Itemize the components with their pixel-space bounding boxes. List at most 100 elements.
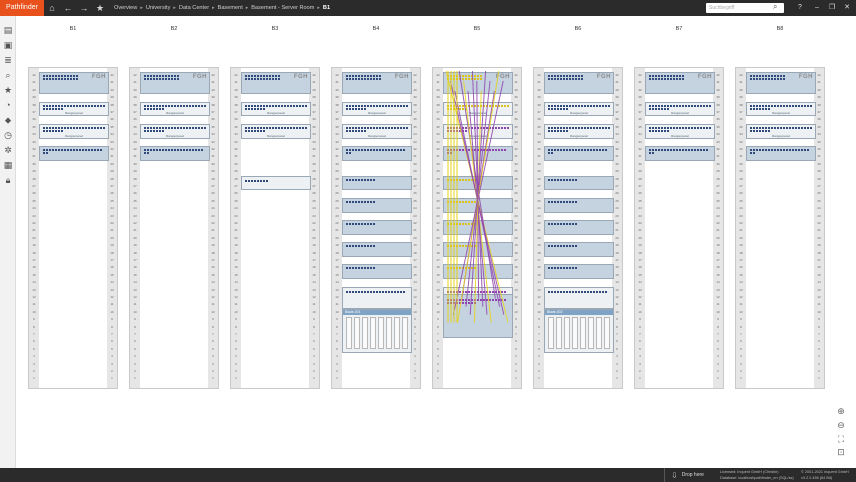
port[interactable] <box>554 290 556 293</box>
port[interactable] <box>150 107 152 110</box>
patch-panel[interactable]: Rangierpanel <box>645 101 715 117</box>
port[interactable] <box>91 149 93 151</box>
port[interactable] <box>349 75 351 77</box>
port[interactable] <box>783 149 785 151</box>
port[interactable] <box>287 126 289 129</box>
port[interactable] <box>376 78 378 80</box>
port[interactable] <box>468 126 470 129</box>
port[interactable] <box>578 149 580 151</box>
server[interactable] <box>544 197 614 213</box>
port[interactable] <box>361 126 363 129</box>
port[interactable] <box>248 107 250 110</box>
port[interactable] <box>709 104 711 107</box>
port[interactable] <box>459 129 461 132</box>
rack-canvas[interactable]: B1 42 42 41 41 40 40 39 39 38 38 37 37 36 36 35 35 34 34 33… <box>16 16 856 468</box>
port[interactable] <box>49 78 51 80</box>
port[interactable] <box>575 290 577 293</box>
port[interactable] <box>159 75 161 77</box>
port[interactable] <box>474 299 476 301</box>
port[interactable] <box>456 178 458 181</box>
port[interactable] <box>560 149 562 151</box>
port[interactable] <box>159 78 161 80</box>
port[interactable] <box>548 75 550 77</box>
port[interactable] <box>456 290 458 293</box>
port[interactable] <box>456 129 458 132</box>
port[interactable] <box>153 75 155 77</box>
port[interactable] <box>349 267 351 270</box>
port[interactable] <box>474 290 476 293</box>
port[interactable] <box>709 126 711 129</box>
port[interactable] <box>551 223 553 225</box>
port[interactable] <box>147 75 149 77</box>
port[interactable] <box>661 78 663 80</box>
port[interactable] <box>88 104 90 107</box>
port[interactable] <box>263 129 265 132</box>
port[interactable] <box>52 78 54 80</box>
port[interactable] <box>450 178 452 181</box>
rack-b4[interactable]: 42 42 41 41 40 40 39 39 38 38 37 37 36 36 35 35 34 34 33 33… <box>331 67 421 389</box>
port[interactable] <box>150 126 152 129</box>
port[interactable] <box>70 104 72 107</box>
port[interactable] <box>355 290 357 293</box>
port[interactable] <box>376 75 378 77</box>
port[interactable] <box>700 104 702 107</box>
port[interactable] <box>459 200 461 203</box>
port[interactable] <box>566 290 568 293</box>
port[interactable] <box>563 126 565 129</box>
port[interactable] <box>474 75 476 77</box>
port[interactable] <box>569 75 571 77</box>
port[interactable] <box>275 78 277 80</box>
port[interactable] <box>358 149 360 151</box>
port[interactable] <box>189 104 191 107</box>
port[interactable] <box>462 149 464 151</box>
port[interactable] <box>804 104 806 107</box>
port[interactable] <box>765 104 767 107</box>
port[interactable] <box>168 126 170 129</box>
port[interactable] <box>263 78 265 80</box>
port[interactable] <box>358 200 360 203</box>
port[interactable] <box>153 107 155 110</box>
port[interactable] <box>456 126 458 129</box>
port[interactable] <box>750 152 752 154</box>
port[interactable] <box>676 126 678 129</box>
port[interactable] <box>251 104 253 107</box>
port[interactable] <box>394 126 396 129</box>
port[interactable] <box>349 178 351 181</box>
port[interactable] <box>370 178 372 181</box>
port[interactable] <box>260 179 262 182</box>
port[interactable] <box>198 149 200 151</box>
back-icon[interactable]: ← <box>60 3 76 13</box>
port[interactable] <box>581 75 583 77</box>
port[interactable] <box>501 290 503 293</box>
port[interactable] <box>664 129 666 132</box>
port[interactable] <box>373 223 375 225</box>
port[interactable] <box>55 149 57 151</box>
port[interactable] <box>548 126 550 129</box>
port[interactable] <box>61 126 63 129</box>
port[interactable] <box>361 245 363 248</box>
port[interactable] <box>566 245 568 248</box>
port[interactable] <box>373 245 375 248</box>
port[interactable] <box>801 126 803 129</box>
patch-panel[interactable]: Rangierpanel <box>140 101 210 117</box>
rack-b6[interactable]: 42 42 41 41 40 40 39 39 38 38 37 37 36 36 35 35 34 34 33 33… <box>533 67 623 389</box>
port[interactable] <box>171 78 173 80</box>
port[interactable] <box>100 126 102 129</box>
port[interactable] <box>685 104 687 107</box>
port[interactable] <box>186 126 188 129</box>
port[interactable] <box>602 149 604 151</box>
port[interactable] <box>649 107 651 110</box>
port[interactable] <box>266 78 268 80</box>
port[interactable] <box>679 104 681 107</box>
rack-b8[interactable]: 42 42 41 41 40 40 39 39 38 38 37 37 36 36 35 35 34 34 33 33… <box>735 67 825 389</box>
port[interactable] <box>456 267 458 270</box>
port[interactable] <box>557 107 559 110</box>
port[interactable] <box>144 149 146 151</box>
port[interactable] <box>655 75 657 77</box>
port[interactable] <box>364 107 366 110</box>
port[interactable] <box>346 152 348 154</box>
port[interactable] <box>697 126 699 129</box>
port[interactable] <box>382 149 384 151</box>
port[interactable] <box>162 107 164 110</box>
port[interactable] <box>447 152 449 154</box>
